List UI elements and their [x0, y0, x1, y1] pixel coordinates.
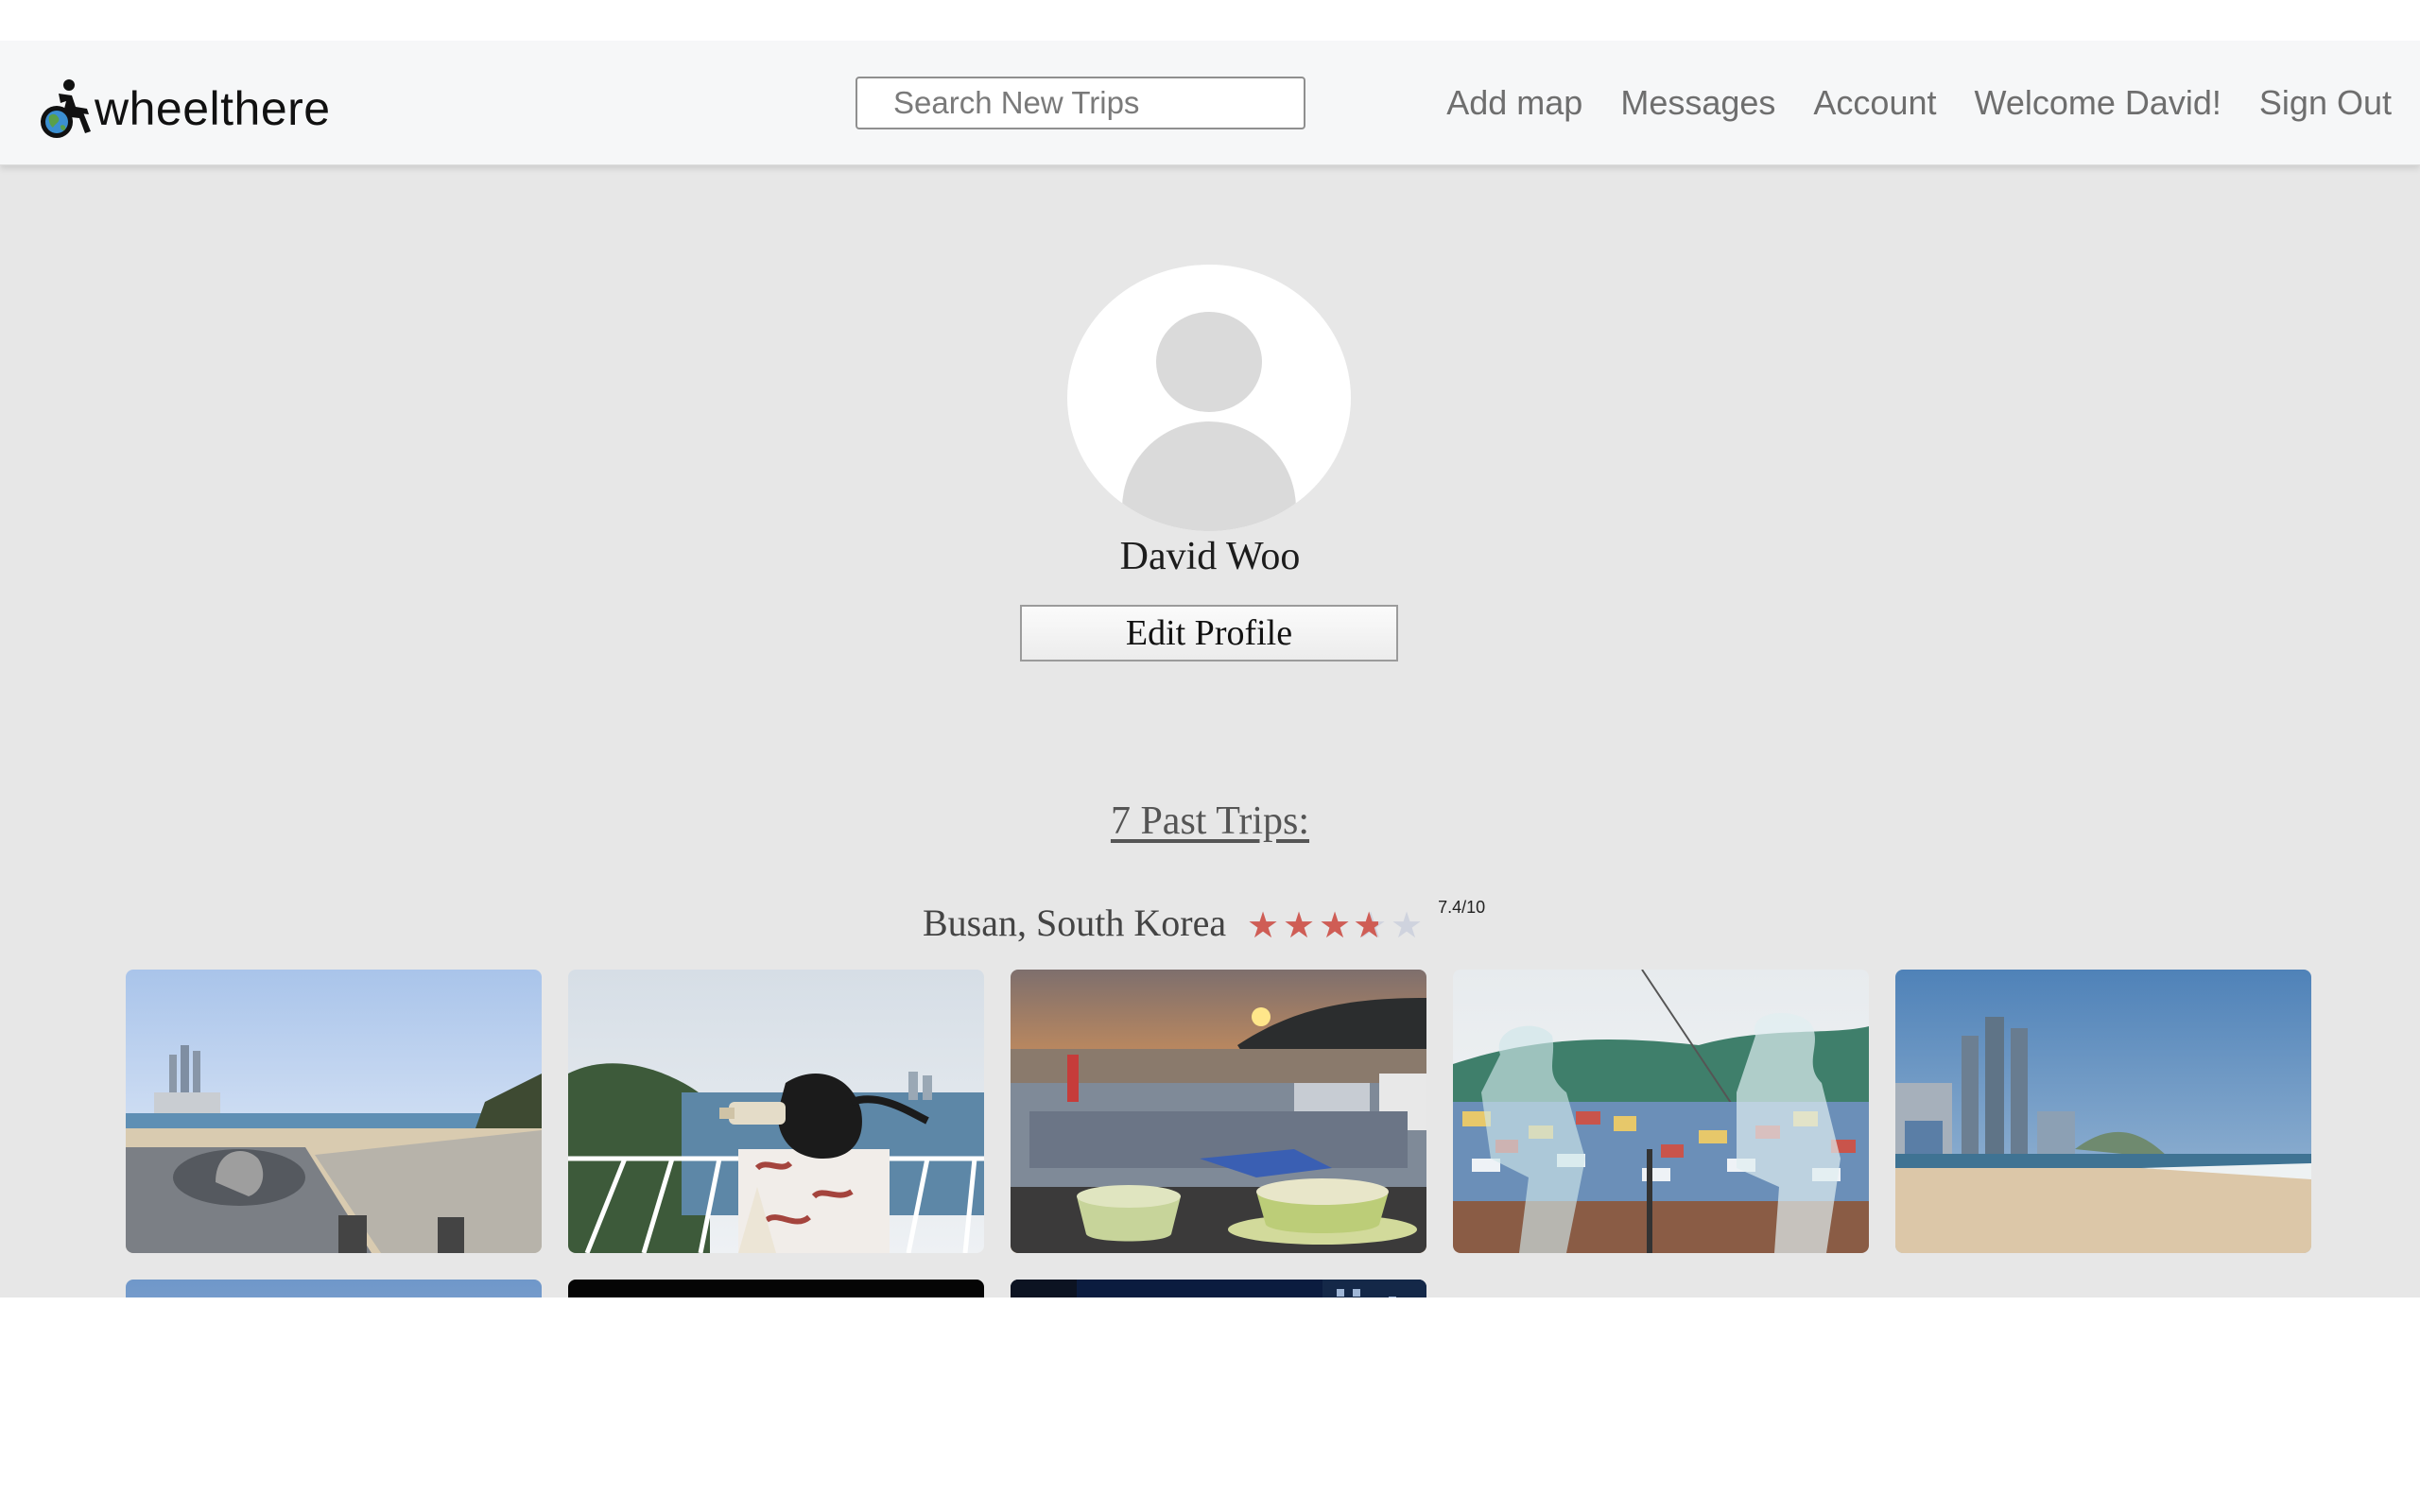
- edit-profile-button[interactable]: Edit Profile: [1020, 605, 1398, 662]
- viewpoint-binoculars-photo: [568, 970, 984, 1253]
- search-trips-input[interactable]: [856, 77, 1305, 129]
- beach-skyline-photo: [126, 970, 542, 1253]
- star-fill-icon: ★: [1283, 908, 1316, 944]
- towers-beach-photo: [1895, 970, 2311, 1253]
- star-icon: ★ ★: [1283, 906, 1316, 946]
- trip-star-rating: ★ ★ ★ ★ ★ ★ ★ ★ ★: [1245, 908, 1425, 944]
- profile-avatar: [1067, 265, 1351, 531]
- night-city-photo: [1011, 1280, 1426, 1297]
- star-icon: ★ ★: [1247, 906, 1280, 946]
- wheelchair-globe-icon: [41, 79, 91, 138]
- app-window: wheelthere Add map Messages Account Welc…: [0, 41, 2420, 1297]
- nav-sign-out-link[interactable]: Sign Out: [2259, 83, 2392, 123]
- blue-sky-photo: [126, 1280, 542, 1297]
- village-sculpture-photo: [1453, 970, 1869, 1253]
- star-fill-icon: ★: [1319, 908, 1352, 944]
- trip-photo-1[interactable]: [126, 970, 542, 1253]
- star-fill-icon: ★: [1247, 908, 1280, 944]
- nav-welcome-link[interactable]: Welcome David!: [1974, 83, 2221, 123]
- trip-rating-score: 7.4/10: [1438, 897, 1486, 917]
- nav-account-link[interactable]: Account: [1813, 83, 1936, 123]
- star-icon: ★ ★: [1353, 906, 1388, 946]
- nav-messages-link[interactable]: Messages: [1620, 83, 1775, 123]
- top-navbar: wheelthere Add map Messages Account Welc…: [0, 41, 2420, 165]
- sunset-harbor-coffee-photo: [1011, 970, 1426, 1253]
- night-dark-photo: [568, 1280, 984, 1297]
- trip-photo-7[interactable]: [568, 1280, 984, 1297]
- trip-photo-5[interactable]: [1895, 970, 2311, 1253]
- star-icon: ★: [1391, 906, 1424, 946]
- trip-photo-2[interactable]: [568, 970, 984, 1253]
- star-fill-icon: ★: [1353, 908, 1378, 944]
- trip-photo-4[interactable]: [1453, 970, 1869, 1253]
- trip-photo-6[interactable]: [126, 1280, 542, 1297]
- brand-home-link[interactable]: wheelthere: [38, 78, 331, 139]
- trip-title[interactable]: Busan, South Korea: [923, 901, 1226, 945]
- trip-header: Busan, South Korea ★ ★ ★ ★ ★ ★ ★ ★ ★ 7.4/10: [923, 896, 1485, 949]
- past-trips-heading[interactable]: 7 Past Trips:: [0, 799, 2420, 844]
- nav-links: Add map Messages Account Welcome David! …: [1446, 77, 2392, 129]
- nav-add-map-link[interactable]: Add map: [1446, 83, 1582, 123]
- user-silhouette-body: [1122, 421, 1296, 531]
- user-silhouette-icon: [1156, 312, 1262, 412]
- trip-photo-grid: [126, 970, 2311, 1297]
- trip-photo-3[interactable]: [1011, 970, 1426, 1253]
- profile-name: David Woo: [1119, 535, 1301, 578]
- trip-photo-8[interactable]: [1011, 1280, 1426, 1297]
- star-icon: ★ ★: [1319, 906, 1352, 946]
- brand-name: wheelthere: [95, 82, 331, 135]
